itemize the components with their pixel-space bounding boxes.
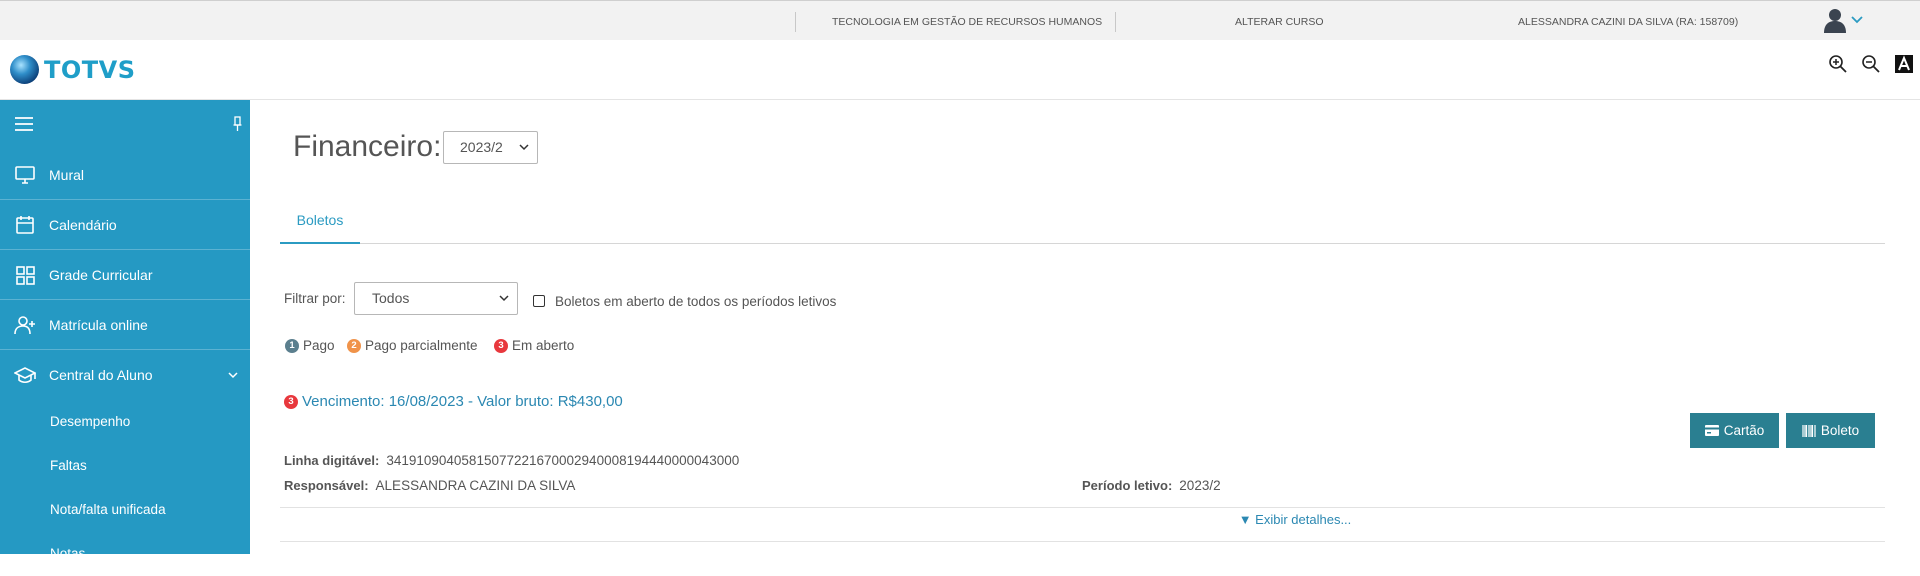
top-separator — [795, 12, 796, 32]
print-boleto-label: Boleto — [1820, 423, 1860, 438]
divider — [280, 541, 1885, 542]
sidebar-item-matricula-online[interactable]: Matrícula online — [0, 300, 250, 350]
legend-label: Em aberto — [512, 338, 575, 353]
tab-bar: Boletos — [280, 200, 1885, 244]
status-badge: 2 — [347, 338, 361, 353]
logo-text: TOTVS — [44, 55, 136, 84]
responsavel-value: ALESSANDRA CAZINI DA SILVA — [375, 478, 576, 493]
chevron-down-icon — [228, 372, 238, 379]
high-contrast-icon[interactable] — [1894, 54, 1914, 74]
periodo-letivo-value: 2023/2 — [1179, 478, 1221, 493]
pay-card-label: Cartão — [1723, 423, 1765, 438]
top-separator — [1115, 12, 1116, 32]
filter-select[interactable]: Todos — [354, 282, 518, 315]
sidebar-subitem-nota-falta-unificada[interactable]: Nota/falta unificada — [0, 488, 250, 532]
filter-select-value: Todos — [372, 290, 410, 306]
app-header: TOTVS — [0, 40, 1920, 100]
status-badge: 3 — [284, 394, 298, 409]
change-course-link[interactable]: ALTERAR CURSO — [1235, 16, 1324, 28]
sidebar-item-central-do-aluno[interactable]: Central do Aluno — [0, 350, 250, 400]
sidebar: Mural Calendário Grade Curricular Matríc… — [0, 100, 250, 561]
status-badge: 3 — [494, 338, 508, 353]
period-select[interactable]: 2023/2 — [443, 131, 538, 164]
monitor-icon — [15, 166, 35, 184]
calendar-icon — [16, 216, 34, 234]
barcode-icon — [1802, 424, 1816, 437]
page-title: Financeiro: — [293, 130, 442, 163]
periodo-letivo-label: Período letivo: — [1082, 478, 1173, 493]
user-avatar-icon[interactable] — [1822, 7, 1848, 33]
legend-pago: 1 Pago — [285, 338, 335, 353]
logo-mark — [10, 55, 39, 84]
linha-digitavel-value: 3419109040581507722167000294000819444000… — [386, 453, 740, 468]
show-details-link[interactable]: ▼ Exibir detalhes... — [250, 512, 1920, 527]
boleto-title[interactable]: 3 Vencimento: 16/08/2023 - Valor bruto: … — [284, 393, 623, 410]
boleto-title-text: Vencimento: 16/08/2023 - Valor bruto: R$… — [302, 393, 623, 410]
sidebar-item-label: Grade Curricular — [49, 266, 153, 283]
filter-label: Filtrar por: — [284, 291, 346, 306]
graduation-cap-icon — [14, 367, 36, 384]
credit-card-icon — [1704, 425, 1719, 436]
top-bar: TECNOLOGIA EM GESTÃO DE RECURSOS HUMANOS… — [0, 0, 1920, 40]
zoom-in-icon[interactable] — [1828, 54, 1848, 74]
legend-pago-parcialmente: 2 Pago parcialmente — [347, 338, 478, 353]
sidebar-subitem-notas[interactable]: Notas — [0, 532, 250, 576]
legend-label: Pago — [303, 338, 335, 353]
legend-em-aberto: 3 Em aberto — [494, 338, 574, 353]
user-name[interactable]: ALESSANDRA CAZINI DA SILVA (RA: 158709) — [1518, 16, 1738, 28]
pay-card-button[interactable]: Cartão — [1690, 413, 1779, 448]
period-select-value: 2023/2 — [460, 139, 503, 155]
sidebar-item-calendario[interactable]: Calendário — [0, 200, 250, 250]
course-name: TECNOLOGIA EM GESTÃO DE RECURSOS HUMANOS — [832, 16, 1103, 28]
totvs-logo[interactable]: TOTVS — [10, 55, 136, 84]
chevron-down-icon[interactable] — [1850, 15, 1864, 25]
tab-boletos[interactable]: Boletos — [280, 200, 360, 244]
legend-label: Pago parcialmente — [365, 338, 478, 353]
chevron-down-icon — [499, 295, 509, 302]
sidebar-subitem-label: Faltas — [50, 458, 87, 473]
sidebar-item-grade-curricular[interactable]: Grade Curricular — [0, 250, 250, 300]
grid-icon — [16, 266, 35, 285]
sidebar-item-label: Matrícula online — [49, 316, 148, 333]
user-plus-icon — [14, 316, 35, 335]
sidebar-subitem-faltas[interactable]: Faltas — [0, 444, 250, 488]
sidebar-item-label: Central do Aluno — [49, 367, 153, 383]
chevron-down-icon — [519, 144, 529, 151]
zoom-out-icon[interactable] — [1861, 54, 1881, 74]
open-boletos-checkbox[interactable] — [533, 295, 545, 307]
main-content: Financeiro: 2023/2 Boletos Filtrar por: … — [250, 100, 1920, 554]
periodo-letivo-row: Período letivo: 2023/2 — [1082, 478, 1221, 493]
sidebar-item-label: Calendário — [49, 216, 117, 233]
responsavel-label: Responsável: — [284, 478, 369, 493]
print-boleto-button[interactable]: Boleto — [1786, 413, 1875, 448]
hamburger-menu-icon[interactable] — [15, 117, 33, 131]
sidebar-subitem-label: Desempenho — [50, 414, 131, 429]
open-boletos-checkbox-label[interactable]: Boletos em aberto de todos os períodos l… — [555, 294, 836, 309]
status-badge: 1 — [285, 338, 299, 353]
sidebar-item-label: Mural — [49, 166, 85, 183]
linha-digitavel-label: Linha digitável: — [284, 453, 380, 468]
sidebar-top — [0, 100, 250, 150]
divider — [280, 507, 1885, 508]
responsavel-row: Responsável: ALESSANDRA CAZINI DA SILVA — [284, 478, 575, 493]
sidebar-item-mural[interactable]: Mural — [0, 150, 250, 200]
sidebar-subitem-label: Nota/falta unificada — [50, 502, 166, 517]
linha-digitavel-row: Linha digitável: 34191090405815077221670… — [284, 453, 739, 468]
sidebar-subitem-desempenho[interactable]: Desempenho — [0, 400, 250, 444]
pin-icon[interactable] — [233, 116, 242, 132]
